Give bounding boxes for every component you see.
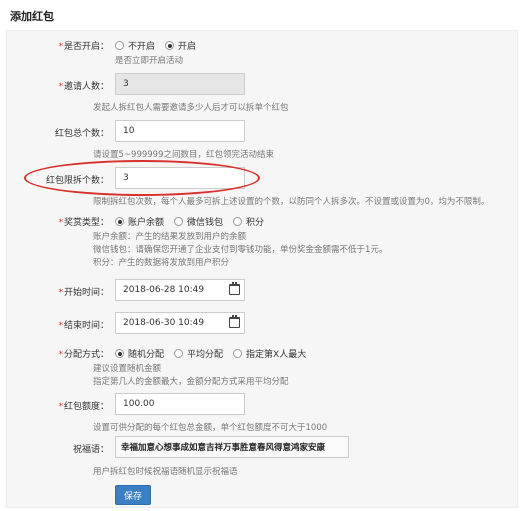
distribution-help-random: 建议设置随机金额 xyxy=(93,364,162,374)
distribution-label: *分配方式： xyxy=(58,350,109,360)
end-label: *结束时间： xyxy=(58,321,109,331)
radio-off-icon xyxy=(233,349,243,358)
prize-help-points: 积分：产生的数据将发放到用户积分 xyxy=(93,258,230,268)
limit-help: 限制拆红包次数，每个人最多可拆上述设置的个数，以防同个人拆多次。不设置或设置为0… xyxy=(93,197,490,207)
radio-off-icon xyxy=(233,217,243,226)
end-row: *结束时间： 2018-06-30 10:49 xyxy=(7,312,519,334)
amount-input[interactable]: 100.00 xyxy=(115,393,245,415)
calendar-icon[interactable] xyxy=(229,315,240,328)
enable-label: *是否开启： xyxy=(58,42,109,52)
prize-help-wechat: 微信钱包：请确保您开通了企业支付到零钱功能，单份奖金金额需不低于1元。 xyxy=(93,245,388,255)
blessing-help: 用户拆红包时候祝福语随机显示祝福语 xyxy=(93,467,238,477)
page-title: 添加红包 xyxy=(10,10,54,23)
start-row: *开始时间： 2018-06-28 10:49 xyxy=(7,279,519,301)
red-ellipse-annotation xyxy=(24,160,260,196)
prize-balance-radio[interactable]: 账户余额 xyxy=(115,215,164,228)
calendar-icon[interactable] xyxy=(229,282,240,295)
prize-label: *奖赏类型： xyxy=(58,218,109,228)
blessing-input[interactable]: 幸福加意心想事成如意吉祥万事胜意春风得意鸿家安康 xyxy=(115,436,349,458)
amount-help: 设置可供分配的每个红包总金额，单个红包额度不可大于1000 xyxy=(93,423,328,433)
end-date-field[interactable]: 2018-06-30 10:49 xyxy=(115,312,245,334)
blessing-label: 祝福语： xyxy=(72,445,109,455)
form-panel: *是否开启： 不开启 开启 是否立即开启活动 *邀请人数： 3 发起人拆红包人需… xyxy=(6,30,518,508)
distribution-specify-radio[interactable]: 指定第X人最大 xyxy=(233,347,306,360)
start-input[interactable]: 2018-06-28 10:49 xyxy=(115,279,245,301)
distribution-random-radio[interactable]: 随机分配 xyxy=(115,347,164,360)
prize-wechat-radio[interactable]: 微信钱包 xyxy=(174,215,223,228)
invite-label: *邀请人数： xyxy=(58,82,109,92)
distribution-help-specify: 指定第几人的金额最大，金额分配方式采用平均分配 xyxy=(93,377,289,387)
radio-on-icon xyxy=(115,217,124,226)
radio-on-icon xyxy=(165,41,175,50)
radio-on-icon xyxy=(115,349,124,358)
distribution-average-radio[interactable]: 平均分配 xyxy=(174,347,223,360)
total-label: 红包总个数： xyxy=(54,129,109,139)
save-button[interactable]: 保存 xyxy=(115,485,151,505)
start-label: *开始时间： xyxy=(58,288,109,298)
enable-radio-group: 不开启 开启 xyxy=(115,39,196,52)
enable-off-radio[interactable]: 不开启 xyxy=(115,39,155,52)
total-help: 请设置5~999999之间数目，红包领完活动结束 xyxy=(93,150,274,160)
prize-radio-group: 账户余额 微信钱包 积分 xyxy=(115,215,264,228)
radio-off-icon xyxy=(115,41,124,50)
invite-input[interactable]: 3 xyxy=(115,73,245,95)
prize-points-radio[interactable]: 积分 xyxy=(233,215,264,228)
radio-off-icon xyxy=(174,349,184,358)
invite-help: 发起人拆红包人需要邀请多少人后才可以拆单个红包 xyxy=(93,103,289,113)
radio-off-icon xyxy=(174,217,184,226)
amount-label: *红包额度： xyxy=(58,402,109,412)
start-date-field[interactable]: 2018-06-28 10:49 xyxy=(115,279,245,301)
enable-on-radio[interactable]: 开启 xyxy=(165,39,196,52)
total-input[interactable]: 10 xyxy=(115,120,245,142)
prize-help-balance: 账户余额：产生的结果发放到用户的余额 xyxy=(93,232,247,242)
distribution-radio-group: 随机分配 平均分配 指定第X人最大 xyxy=(115,347,306,360)
enable-help: 是否立即开启活动 xyxy=(115,56,184,66)
end-input[interactable]: 2018-06-30 10:49 xyxy=(115,312,245,334)
